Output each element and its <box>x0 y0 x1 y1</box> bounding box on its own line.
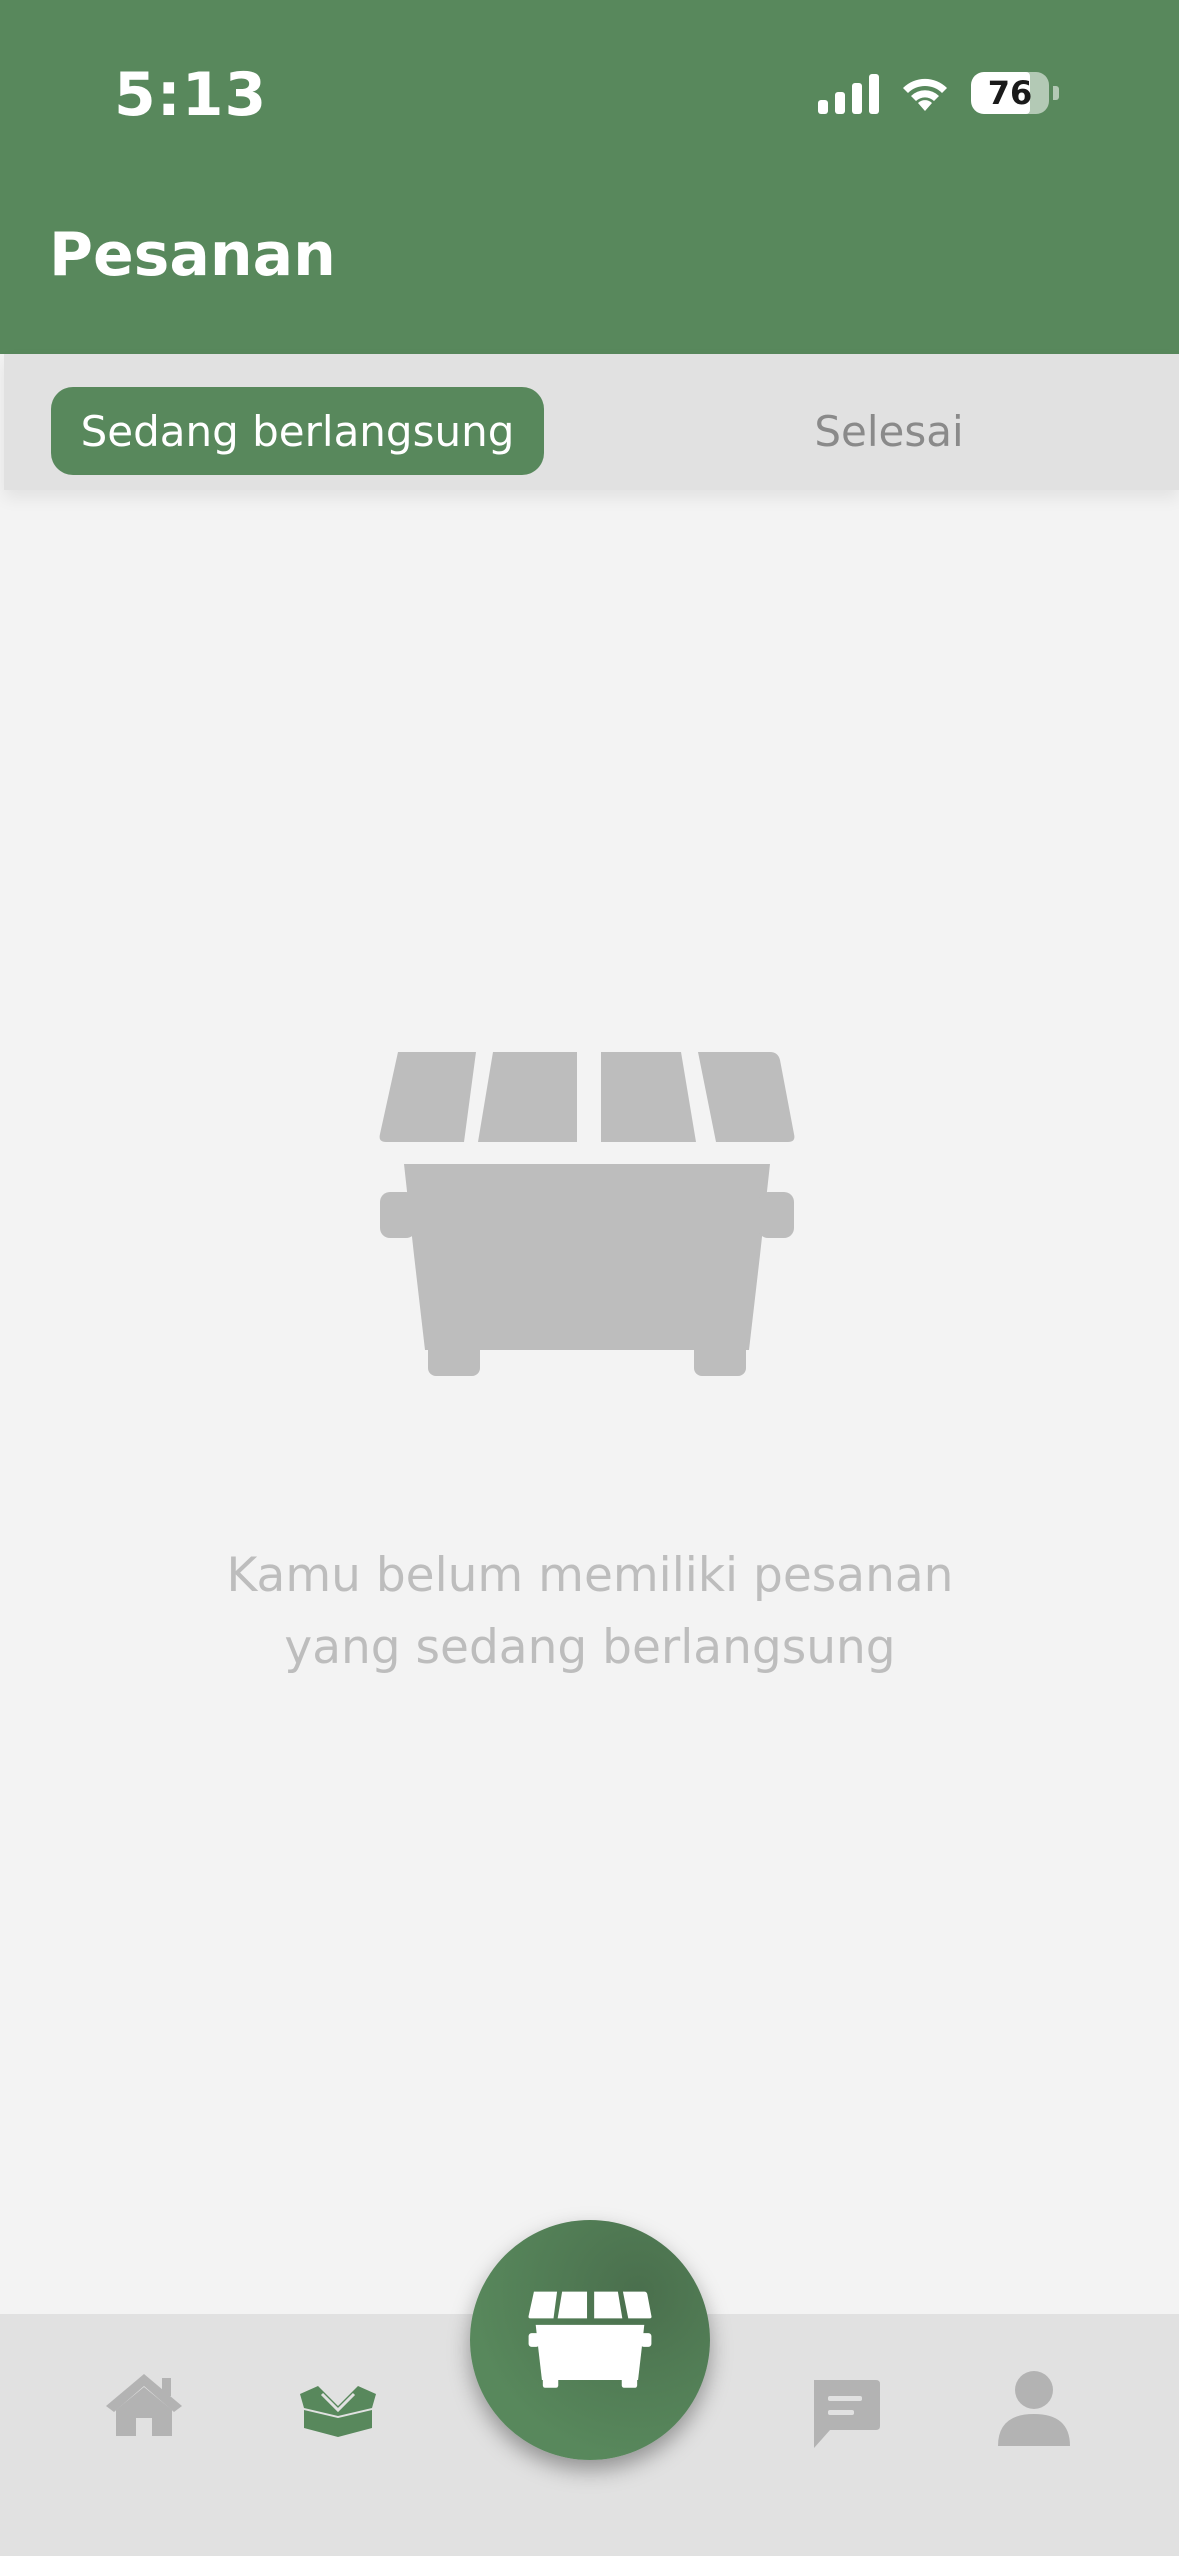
home-icon[interactable] <box>104 2372 184 2438</box>
battery-nub <box>1053 86 1059 100</box>
dumpster-icon <box>528 2291 652 2388</box>
cellular-signal-icon <box>818 72 879 114</box>
empty-state-message-line1: Kamu belum memiliki pesanan <box>226 1548 954 1603</box>
page-title: Pesanan <box>49 220 336 290</box>
center-dumpster-button[interactable] <box>470 2220 710 2460</box>
profile-icon[interactable] <box>994 2370 1074 2446</box>
empty-state-message: Kamu belum memiliki pesanan yang sedang … <box>140 1540 1040 1684</box>
status-indicators: 76 <box>818 68 1059 118</box>
orders-screen: 5:13 76 Pesanan Sedang berlangsung Seles… <box>0 0 1179 2556</box>
open-box-icon[interactable] <box>298 2384 378 2438</box>
empty-state-message-line2: yang sedang berlangsung <box>284 1620 896 1675</box>
app-header: 5:13 76 Pesanan <box>0 0 1179 354</box>
status-time: 5:13 <box>114 60 268 130</box>
dumpster-icon <box>379 1052 795 1376</box>
chat-icon[interactable] <box>808 2378 882 2452</box>
battery-level: 76 <box>987 74 1033 112</box>
tab-completed[interactable]: Selesai <box>684 387 1094 475</box>
tab-ongoing[interactable]: Sedang berlangsung <box>51 387 544 475</box>
order-tabs: Sedang berlangsung Selesai <box>4 354 1179 490</box>
battery-icon: 76 <box>971 72 1049 114</box>
wifi-icon <box>903 78 947 111</box>
